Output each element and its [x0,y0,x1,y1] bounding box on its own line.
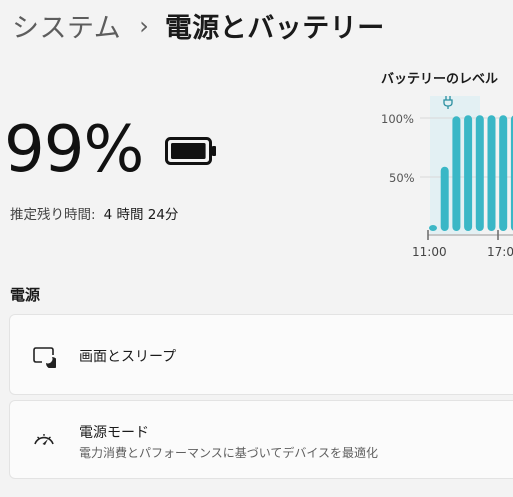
battery-icon [165,137,216,165]
screen-and-sleep-card[interactable]: 画面とスリープ [9,314,513,395]
battery-level-bar [429,225,437,231]
x-tick-label-2: 17:0 [487,245,513,259]
battery-percent: 99% [4,113,144,187]
power-section-title: 電源 [10,286,41,304]
battery-level-chart[interactable]: 100% 50% 11:00 17:0 [370,88,513,268]
breadcrumb: システム › 電源とバッテリー [12,6,385,45]
breadcrumb-separator: › [139,11,149,40]
battery-level-bar [440,166,449,231]
battery-level-bar [475,115,484,231]
battery-level-bar [487,115,496,231]
estimate-label: 推定残り時間: [10,207,96,223]
breadcrumb-system-link[interactable]: システム [12,6,121,45]
power-mode-label: 電源モード [79,425,149,441]
power-mode-gauge-icon [34,434,54,445]
battery-level-bar [464,115,473,231]
battery-fill [171,143,206,159]
power-mode-card[interactable]: 電源モード 電力消費とパフォーマンスに基づいてデバイスを最適化 [9,400,513,479]
battery-level-bar [499,115,508,231]
y-tick-label-50: 50% [389,171,415,185]
power-mode-description: 電力消費とパフォーマンスに基づいてデバイスを最適化 [79,446,379,460]
estimate-value: 4 時間 24分 [103,207,179,223]
screen-and-sleep-label: 画面とスリープ [79,349,177,365]
battery-settings-page: システム › 電源とバッテリー 99% 推定残り時間: 4 時間 24分 バッテリ… [0,0,513,497]
y-tick-label-100: 100% [381,112,414,126]
battery-level-bar [452,116,461,231]
estimated-time-remaining: 推定残り時間: 4 時間 24分 [10,203,178,223]
chart-title: バッテリーのレベル [381,72,499,87]
page-title: 電源とバッテリー [164,13,385,44]
x-tick-label-1: 11:00 [412,245,447,259]
screen-sleep-icon [33,347,56,368]
